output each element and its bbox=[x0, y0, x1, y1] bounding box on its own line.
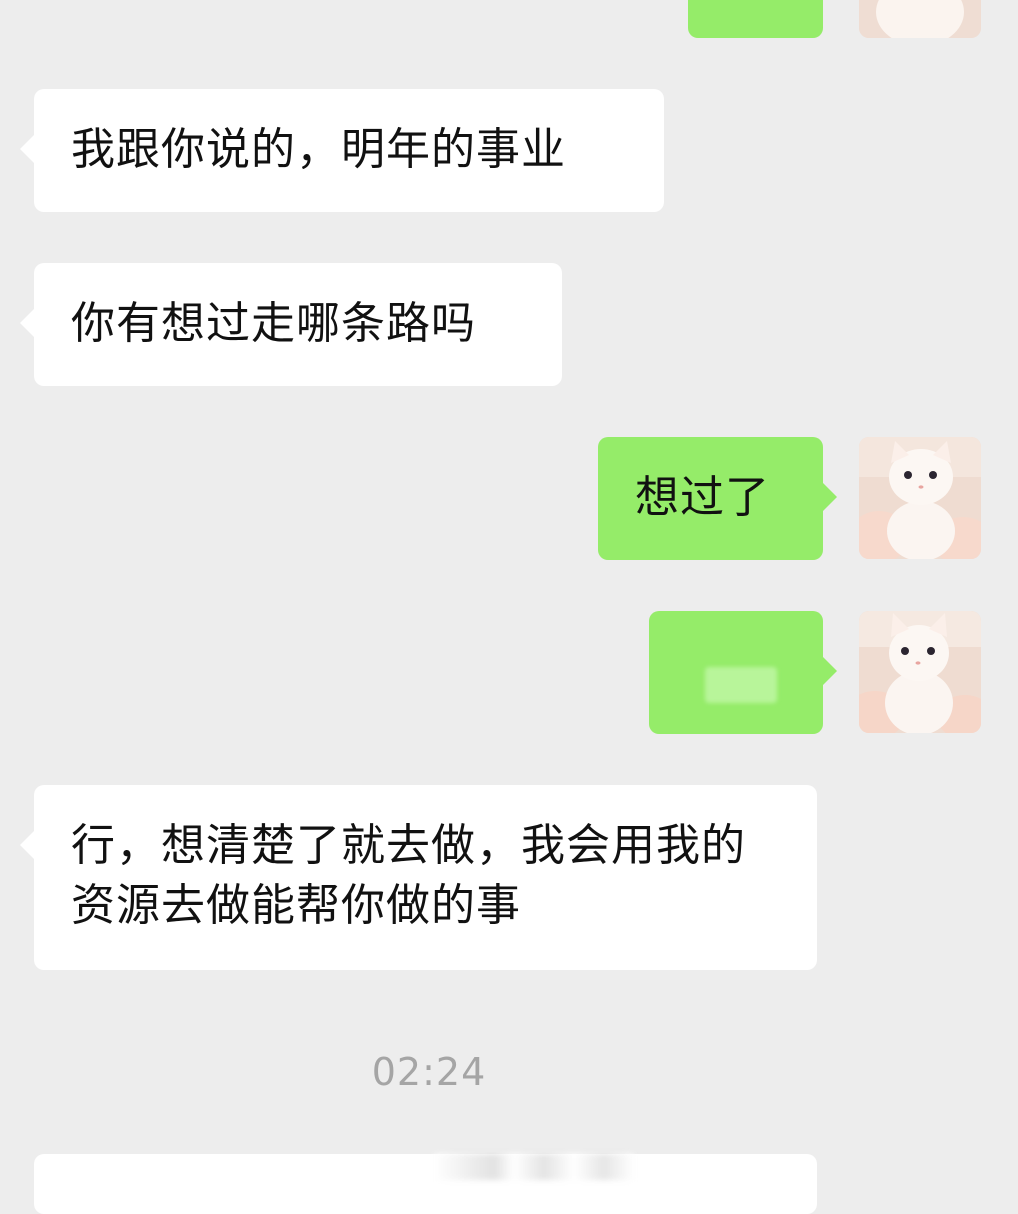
message-bubble-outgoing[interactable]: 想过了 bbox=[598, 437, 837, 560]
redacted-content bbox=[705, 667, 777, 703]
cat-avatar-icon bbox=[859, 611, 981, 733]
message-bubble-outgoing[interactable] bbox=[649, 611, 837, 734]
message-bubble-incoming-partial[interactable] bbox=[34, 1154, 817, 1214]
message-bubble-incoming[interactable]: 我跟你说的，明年的事业 bbox=[20, 89, 664, 212]
cat-avatar-icon bbox=[859, 437, 981, 559]
avatar[interactable] bbox=[859, 611, 981, 733]
chat-area[interactable]: 我跟你说的，明年的事业 你有想过走哪条路吗 想过了 行，想清楚了就去做，我会用我… bbox=[0, 0, 1018, 1214]
message-text: 想过了 bbox=[635, 472, 770, 523]
timestamp: 02:24 bbox=[371, 1050, 487, 1094]
cat-avatar-icon bbox=[859, 0, 981, 38]
message-bubble-outgoing-partial[interactable] bbox=[688, 0, 823, 38]
message-bubble-incoming[interactable]: 行，想清楚了就去做，我会用我的资源去做能帮你做的事 bbox=[20, 785, 817, 970]
message-bubble-incoming[interactable]: 你有想过走哪条路吗 bbox=[20, 263, 562, 386]
avatar[interactable] bbox=[859, 0, 981, 38]
redacted-content bbox=[434, 1154, 634, 1180]
avatar[interactable] bbox=[859, 437, 981, 559]
message-text: 行，想清楚了就去做，我会用我的资源去做能帮你做的事 bbox=[71, 820, 746, 931]
message-text: 我跟你说的，明年的事业 bbox=[71, 124, 566, 175]
message-text: 你有想过走哪条路吗 bbox=[71, 298, 476, 349]
